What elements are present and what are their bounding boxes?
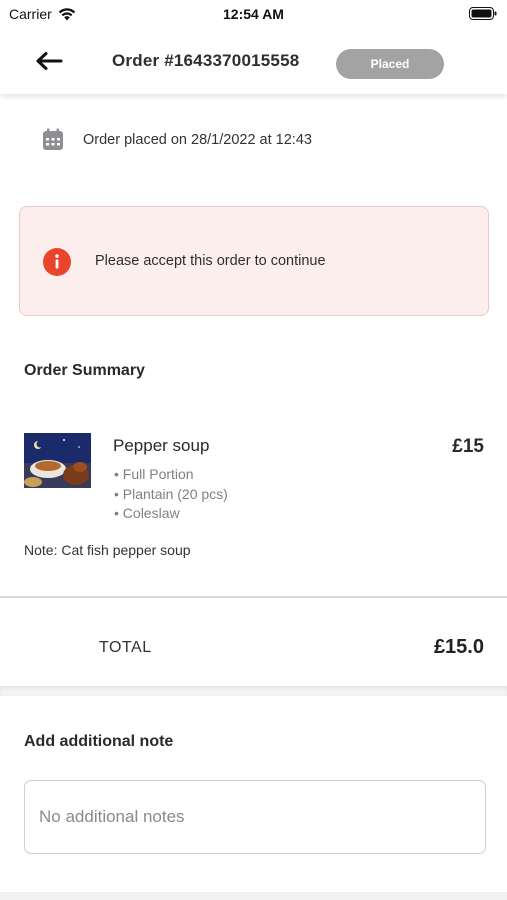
additional-note-input[interactable] [24,780,486,854]
bottom-bar [0,892,507,900]
status-bar: Carrier 12:54 AM [0,0,507,28]
item-option: • Full Portion [114,466,194,482]
order-header: Order #1643370015558 Placed [0,28,507,94]
arrow-left-icon [36,52,63,70]
status-time: 12:54 AM [223,6,284,22]
order-summary-title: Order Summary [24,362,145,379]
total-value: £15.0 [433,636,484,658]
item-name: Pepper soup [113,436,210,455]
additional-note-title: Add additional note [24,733,174,750]
item-option: • Plantain (20 pcs) [114,485,228,502]
info-icon [43,248,71,276]
battery-icon [469,7,497,20]
item-option: • Coleslaw [114,505,180,522]
page-title: Order #1643370015558 [112,51,300,70]
alert-message: Please accept this order to continue [95,253,326,269]
item-price: £15 [452,436,484,457]
order-placed-date: Order placed on 28/1/2022 at 12:43 [83,131,312,148]
food-image [24,433,91,488]
back-button[interactable] [34,48,64,74]
calendar-icon [43,128,63,150]
item-note: Note: Cat fish pepper soup [24,542,191,558]
divider [0,596,507,598]
order-placed-row: Order placed on 28/1/2022 at 12:43 [42,128,312,151]
section-divider [0,686,507,696]
total-label: TOTAL [99,639,152,656]
item-thumbnail [24,433,91,488]
accept-order-alert: Please accept this order to continue [19,206,489,316]
item-options-list: • Full Portion • Plantain (20 pcs) • Col… [114,465,228,524]
status-badge: Placed [336,49,444,79]
